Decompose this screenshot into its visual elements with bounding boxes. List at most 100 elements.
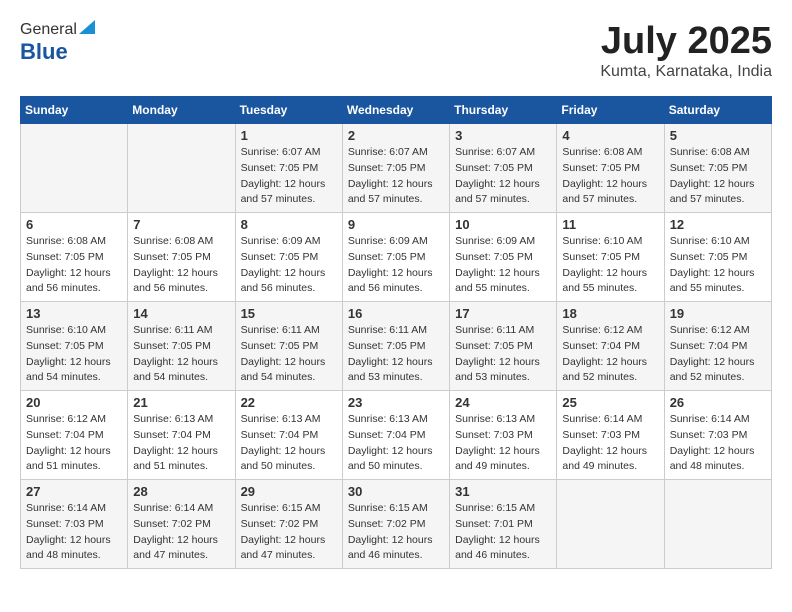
day-detail: Sunrise: 6:13 AM Sunset: 7:04 PM Dayligh… (241, 412, 337, 475)
calendar-cell: 25 Sunrise: 6:14 AM Sunset: 7:03 PM Dayli… (557, 391, 664, 480)
day-number: 19 (670, 306, 766, 321)
day-number: 27 (26, 484, 122, 499)
day-detail: Sunrise: 6:14 AM Sunset: 7:03 PM Dayligh… (670, 412, 766, 475)
calendar-cell: 7Sunrise: 6:08 AM Sunset: 7:05 PM Daylig… (128, 213, 235, 302)
calendar-cell: 13 Sunrise: 6:10 AM Sunset: 7:05 PM Dayli… (21, 302, 128, 391)
logo-blue-text: Blue (20, 39, 68, 65)
day-number: 18 (562, 306, 658, 321)
calendar-cell: 12Sunrise: 6:10 AM Sunset: 7:05 PM Dayli… (664, 213, 771, 302)
day-number: 23 (348, 395, 444, 410)
calendar-cell: 1 Sunrise: 6:07 AM Sunset: 7:05 PM Daylig… (235, 124, 342, 213)
col-header-wednesday: Wednesday (342, 97, 449, 124)
calendar-table: SundayMondayTuesdayWednesdayThursdayFrid… (20, 96, 772, 569)
calendar-body: 1 Sunrise: 6:07 AM Sunset: 7:05 PM Daylig… (21, 124, 772, 569)
day-detail: Sunrise: 6:11 AM Sunset: 7:05 PM Dayligh… (455, 323, 551, 386)
day-number: 30 (348, 484, 444, 499)
calendar-cell: 20Sunrise: 6:12 AM Sunset: 7:04 PM Dayli… (21, 391, 128, 480)
day-detail: Sunrise: 6:07 AM Sunset: 7:05 PM Dayligh… (455, 145, 551, 208)
day-number: 10 (455, 217, 551, 232)
calendar-cell (128, 124, 235, 213)
calendar-cell: 3 Sunrise: 6:07 AM Sunset: 7:05 PM Daylig… (450, 124, 557, 213)
col-header-tuesday: Tuesday (235, 97, 342, 124)
calendar-cell: 14 Sunrise: 6:11 AM Sunset: 7:05 PM Dayli… (128, 302, 235, 391)
day-number: 17 (455, 306, 551, 321)
title-block: July 2025 Kumta, Karnataka, India (600, 20, 772, 81)
day-detail: Sunrise: 6:14 AM Sunset: 7:03 PM Dayligh… (562, 412, 658, 475)
calendar-cell: 5 Sunrise: 6:08 AM Sunset: 7:05 PM Daylig… (664, 124, 771, 213)
day-detail: Sunrise: 6:07 AM Sunset: 7:05 PM Dayligh… (348, 145, 444, 208)
day-number: 11 (562, 217, 658, 232)
day-detail: Sunrise: 6:08 AM Sunset: 7:05 PM Dayligh… (562, 145, 658, 208)
week-row-3: 13 Sunrise: 6:10 AM Sunset: 7:05 PM Dayli… (21, 302, 772, 391)
calendar-cell: 30 Sunrise: 6:15 AM Sunset: 7:02 PM Dayli… (342, 480, 449, 569)
day-detail: Sunrise: 6:13 AM Sunset: 7:04 PM Dayligh… (348, 412, 444, 475)
calendar-cell: 9 Sunrise: 6:09 AM Sunset: 7:05 PM Daylig… (342, 213, 449, 302)
month-title: July 2025 (600, 20, 772, 63)
day-number: 9 (348, 217, 444, 232)
day-number: 3 (455, 128, 551, 143)
col-header-thursday: Thursday (450, 97, 557, 124)
header-row: SundayMondayTuesdayWednesdayThursdayFrid… (21, 97, 772, 124)
calendar-cell (21, 124, 128, 213)
day-detail: Sunrise: 6:11 AM Sunset: 7:05 PM Dayligh… (241, 323, 337, 386)
day-detail: Sunrise: 6:07 AM Sunset: 7:05 PM Dayligh… (241, 145, 337, 208)
day-number: 2 (348, 128, 444, 143)
day-detail: Sunrise: 6:15 AM Sunset: 7:02 PM Dayligh… (348, 501, 444, 564)
calendar-cell: 26 Sunrise: 6:14 AM Sunset: 7:03 PM Dayli… (664, 391, 771, 480)
calendar-cell: 21Sunrise: 6:13 AM Sunset: 7:04 PM Dayli… (128, 391, 235, 480)
week-row-4: 20Sunrise: 6:12 AM Sunset: 7:04 PM Dayli… (21, 391, 772, 480)
day-detail: Sunrise: 6:11 AM Sunset: 7:05 PM Dayligh… (133, 323, 229, 386)
day-number: 25 (562, 395, 658, 410)
day-number: 20 (26, 395, 122, 410)
day-number: 16 (348, 306, 444, 321)
day-number: 31 (455, 484, 551, 499)
day-number: 26 (670, 395, 766, 410)
day-detail: Sunrise: 6:13 AM Sunset: 7:04 PM Dayligh… (133, 412, 229, 475)
calendar-cell: 11Sunrise: 6:10 AM Sunset: 7:05 PM Dayli… (557, 213, 664, 302)
day-detail: Sunrise: 6:15 AM Sunset: 7:02 PM Dayligh… (241, 501, 337, 564)
week-row-5: 27Sunrise: 6:14 AM Sunset: 7:03 PM Dayli… (21, 480, 772, 569)
day-number: 8 (241, 217, 337, 232)
day-detail: Sunrise: 6:08 AM Sunset: 7:05 PM Dayligh… (670, 145, 766, 208)
col-header-saturday: Saturday (664, 97, 771, 124)
calendar-cell: 2 Sunrise: 6:07 AM Sunset: 7:05 PM Daylig… (342, 124, 449, 213)
calendar-cell: 22 Sunrise: 6:13 AM Sunset: 7:04 PM Dayli… (235, 391, 342, 480)
calendar-header: SundayMondayTuesdayWednesdayThursdayFrid… (21, 97, 772, 124)
calendar-cell: 24Sunrise: 6:13 AM Sunset: 7:03 PM Dayli… (450, 391, 557, 480)
calendar-cell: 23 Sunrise: 6:13 AM Sunset: 7:04 PM Dayli… (342, 391, 449, 480)
logo-bird-icon (79, 20, 95, 34)
day-number: 29 (241, 484, 337, 499)
day-detail: Sunrise: 6:08 AM Sunset: 7:05 PM Dayligh… (26, 234, 122, 297)
location-text: Kumta, Karnataka, India (600, 63, 772, 81)
day-number: 15 (241, 306, 337, 321)
calendar-cell: 6Sunrise: 6:08 AM Sunset: 7:05 PM Daylig… (21, 213, 128, 302)
day-detail: Sunrise: 6:09 AM Sunset: 7:05 PM Dayligh… (455, 234, 551, 297)
day-number: 22 (241, 395, 337, 410)
calendar-cell: 15 Sunrise: 6:11 AM Sunset: 7:05 PM Dayli… (235, 302, 342, 391)
col-header-sunday: Sunday (21, 97, 128, 124)
day-number: 14 (133, 306, 229, 321)
calendar-cell: 17 Sunrise: 6:11 AM Sunset: 7:05 PM Dayli… (450, 302, 557, 391)
day-detail: Sunrise: 6:14 AM Sunset: 7:02 PM Dayligh… (133, 501, 229, 564)
page-header: General Blue July 2025 Kumta, Karnataka,… (20, 20, 772, 81)
calendar-cell: 18Sunrise: 6:12 AM Sunset: 7:04 PM Dayli… (557, 302, 664, 391)
calendar-cell: 8Sunrise: 6:09 AM Sunset: 7:05 PM Daylig… (235, 213, 342, 302)
day-number: 7 (133, 217, 229, 232)
day-number: 5 (670, 128, 766, 143)
day-detail: Sunrise: 6:11 AM Sunset: 7:05 PM Dayligh… (348, 323, 444, 386)
day-detail: Sunrise: 6:10 AM Sunset: 7:05 PM Dayligh… (670, 234, 766, 297)
day-number: 1 (241, 128, 337, 143)
day-detail: Sunrise: 6:10 AM Sunset: 7:05 PM Dayligh… (26, 323, 122, 386)
calendar-cell: 10 Sunrise: 6:09 AM Sunset: 7:05 PM Dayli… (450, 213, 557, 302)
day-number: 4 (562, 128, 658, 143)
calendar-cell: 4 Sunrise: 6:08 AM Sunset: 7:05 PM Daylig… (557, 124, 664, 213)
calendar-cell: 27Sunrise: 6:14 AM Sunset: 7:03 PM Dayli… (21, 480, 128, 569)
day-number: 28 (133, 484, 229, 499)
day-number: 13 (26, 306, 122, 321)
day-detail: Sunrise: 6:15 AM Sunset: 7:01 PM Dayligh… (455, 501, 551, 564)
week-row-1: 1 Sunrise: 6:07 AM Sunset: 7:05 PM Daylig… (21, 124, 772, 213)
day-detail: Sunrise: 6:13 AM Sunset: 7:03 PM Dayligh… (455, 412, 551, 475)
calendar-cell: 31 Sunrise: 6:15 AM Sunset: 7:01 PM Dayli… (450, 480, 557, 569)
col-header-friday: Friday (557, 97, 664, 124)
day-detail: Sunrise: 6:09 AM Sunset: 7:05 PM Dayligh… (348, 234, 444, 297)
